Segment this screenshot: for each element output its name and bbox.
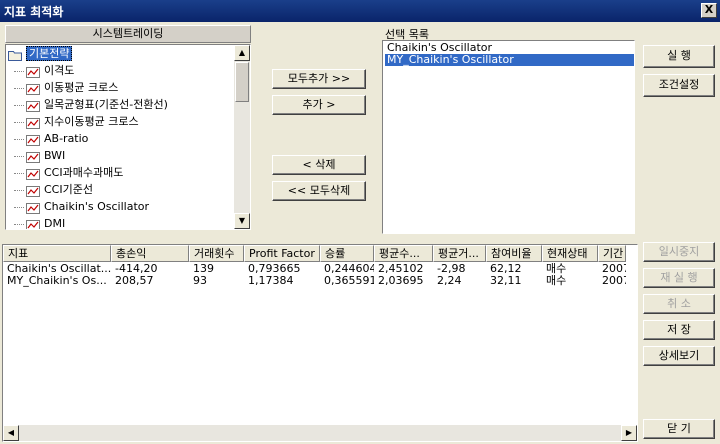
- tree-item-label: 지수이동평균 크로스: [44, 115, 139, 128]
- tree-item[interactable]: DMI: [14, 215, 66, 230]
- grid-column-header[interactable]: 평균거...: [433, 245, 486, 262]
- grid-column-header[interactable]: 기간: [598, 245, 626, 262]
- remove-all-button[interactable]: << 모두삭제: [272, 181, 366, 201]
- chart-icon: [26, 219, 40, 229]
- table-cell: 0,244604: [324, 263, 374, 275]
- table-cell: Chaikin's Oscillat...: [7, 263, 111, 275]
- tree-item-label: 이동평균 크로스: [44, 81, 119, 94]
- condition-settings-button[interactable]: 조건설정: [643, 74, 715, 97]
- results-grid[interactable]: 지표 총손익 거래횟수 Profit Factor 승률 평균수... 평균거... 참여비율…: [2, 244, 638, 442]
- selection-list[interactable]: Chaikin's Oscillator MY_Chaikin's Oscill…: [382, 40, 635, 234]
- scroll-up-icon[interactable]: ▲: [234, 45, 250, 61]
- table-cell: 1,17384: [248, 275, 294, 287]
- tree-item-label: CCI기준선: [44, 183, 93, 196]
- table-cell: -2,98: [437, 263, 466, 275]
- tree-item[interactable]: CCI기준선: [14, 181, 93, 198]
- chart-icon: [26, 185, 40, 197]
- tree-root[interactable]: 기본전략: [8, 45, 73, 62]
- tree-scrollbar[interactable]: ▲ ▼: [234, 45, 250, 229]
- tree-item[interactable]: 지수이동평균 크로스: [14, 113, 139, 130]
- scroll-thumb[interactable]: [235, 62, 249, 102]
- tree-item[interactable]: CCI과매수과매도: [14, 164, 123, 181]
- tree-header: 시스템트레이딩: [5, 25, 251, 43]
- tree-item-label: Chaikin's Oscillator: [44, 200, 150, 213]
- folder-icon: [8, 49, 22, 61]
- tree-item[interactable]: Chaikin's Oscillator: [14, 198, 149, 215]
- strategy-tree[interactable]: 기본전략 이격도이동평균 크로스일목균형표(기준선-전환선) 지수이동평균 크로스…: [5, 44, 251, 230]
- chart-icon: [26, 83, 40, 95]
- run-button[interactable]: 실 행: [643, 45, 715, 68]
- add-button[interactable]: 추가 >: [272, 95, 366, 115]
- grid-column-header[interactable]: 승률: [320, 245, 374, 262]
- tree-item[interactable]: 일목균형표(기준선-전환선): [14, 96, 168, 113]
- tree-item-label: DMI: [44, 217, 66, 230]
- table-cell: 2,45102: [378, 263, 424, 275]
- table-cell: 매수: [546, 263, 567, 275]
- table-cell: 2007: [602, 275, 626, 287]
- table-cell: 2,24: [437, 275, 462, 287]
- table-cell: -414,20: [115, 263, 158, 275]
- chart-icon: [26, 134, 40, 146]
- chart-icon: [26, 202, 40, 214]
- grid-column-header[interactable]: 현재상태: [542, 245, 598, 262]
- grid-column-header[interactable]: 거래횟수: [189, 245, 244, 262]
- tree-item[interactable]: BWI: [14, 147, 65, 164]
- cancel-button[interactable]: 취 소: [643, 294, 715, 314]
- chart-icon: [26, 168, 40, 180]
- tree-item-label: AB-ratio: [44, 132, 89, 145]
- table-cell: 0,365591: [324, 275, 374, 287]
- grid-column-header[interactable]: 총손익: [111, 245, 189, 262]
- table-cell: MY_Chaikin's Os...: [7, 275, 107, 287]
- scroll-right-icon[interactable]: ▶: [621, 425, 637, 441]
- table-cell: 93: [193, 275, 207, 287]
- grid-column-header[interactable]: 참여비율: [486, 245, 542, 262]
- grid-column-header[interactable]: 지표: [3, 245, 111, 262]
- save-button[interactable]: 저 장: [643, 320, 715, 340]
- scroll-down-icon[interactable]: ▼: [234, 213, 250, 229]
- add-all-button[interactable]: 모두추가 >>: [272, 69, 366, 89]
- table-cell: 62,12: [490, 263, 522, 275]
- tree-item[interactable]: 이격도: [14, 62, 74, 79]
- window-title: 지표 최적화: [4, 5, 64, 19]
- close-button[interactable]: X: [701, 3, 717, 18]
- table-cell: 208,57: [115, 275, 154, 287]
- pause-button[interactable]: 일시중지: [643, 242, 715, 262]
- table-cell: 2007: [602, 263, 626, 275]
- table-cell: 2,03695: [378, 275, 424, 287]
- scroll-left-icon[interactable]: ◀: [3, 425, 19, 441]
- tree-item[interactable]: AB-ratio: [14, 130, 88, 147]
- table-cell: 0,793665: [248, 263, 301, 275]
- tree-item[interactable]: 이동평균 크로스: [14, 79, 118, 96]
- grid-column-header[interactable]: Profit Factor: [244, 245, 320, 262]
- chart-icon: [26, 100, 40, 112]
- grid-hscrollbar[interactable]: ◀ ▶: [3, 425, 637, 441]
- chart-icon: [26, 151, 40, 163]
- table-cell: 매수: [546, 275, 567, 287]
- list-item-selected[interactable]: MY_Chaikin's Oscillator: [385, 54, 634, 66]
- tree-root-label: 기본전략: [26, 46, 73, 61]
- tree-item-label: BWI: [44, 149, 66, 162]
- table-cell: 32,11: [490, 275, 522, 287]
- detail-view-button[interactable]: 상세보기: [643, 346, 715, 366]
- tree-item-label: CCI과매수과매도: [44, 166, 124, 179]
- tree-item-label: 일목균형표(기준선-전환선): [44, 98, 168, 111]
- chart-icon: [26, 117, 40, 129]
- tree-item-label: 이격도: [44, 64, 75, 77]
- title-bar: 지표 최적화 X: [0, 0, 720, 22]
- close-dialog-button[interactable]: 닫 기: [643, 419, 715, 439]
- rerun-button[interactable]: 재 실 행: [643, 268, 715, 288]
- grid-column-header[interactable]: 평균수...: [374, 245, 433, 262]
- remove-button[interactable]: < 삭제: [272, 155, 366, 175]
- table-cell: 139: [193, 263, 214, 275]
- chart-icon: [26, 66, 40, 78]
